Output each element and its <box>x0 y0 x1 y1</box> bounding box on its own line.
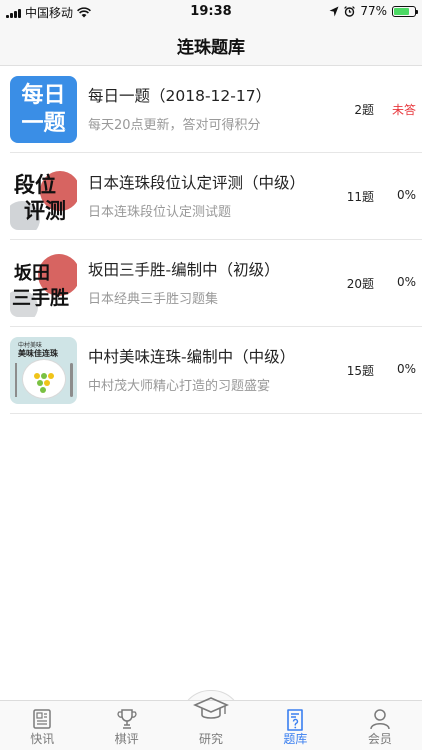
trophy-icon <box>117 709 137 729</box>
item-subtitle: 中村茂大师精心打造的习题盛宴 <box>88 379 271 394</box>
item-status: 0% <box>396 275 416 289</box>
nav-bar: 连珠题库 <box>0 22 422 66</box>
tab-commentary[interactable]: 棋评 <box>84 701 168 750</box>
dan-evaluation-thumbnail: 段位 评测 <box>10 163 77 230</box>
list-item[interactable]: 中村美味 美味佳连珠 中村美味连珠-编制中（中级） 中村茂大师精心打造的习题盛宴… <box>10 327 422 414</box>
thumb-text-line: 每日 <box>21 82 66 108</box>
stone-dot <box>37 380 43 386</box>
battery-percent: 77% <box>360 4 387 18</box>
stone-dot <box>40 387 46 393</box>
page-title: 连珠题库 <box>177 38 245 58</box>
tab-problem-bank[interactable]: 题库 <box>253 701 337 750</box>
fork-icon <box>15 363 17 397</box>
nakamura-delicious-thumbnail: 中村美味 美味佳连珠 <box>10 337 77 404</box>
tab-member[interactable]: 会员 <box>338 701 422 750</box>
problem-set-list: 每日 一题 每日一题（2018-12-17） 每天20点更新，答对可得积分 2题… <box>0 66 422 414</box>
tab-label: 会员 <box>367 732 392 746</box>
list-item[interactable]: 每日 一题 每日一题（2018-12-17） 每天20点更新，答对可得积分 2题… <box>10 66 422 153</box>
item-subtitle: 每天20点更新，答对可得积分 <box>88 118 261 133</box>
battery-icon <box>392 5 418 17</box>
person-icon <box>370 709 390 730</box>
item-count: 2题 <box>354 103 374 117</box>
item-status: 未答 <box>391 103 416 117</box>
item-title: 每日一题（2018-12-17） <box>88 87 272 105</box>
item-count: 20题 <box>346 277 374 291</box>
newspaper-icon <box>33 709 51 729</box>
item-subtitle: 日本连珠段位认定测试题 <box>88 205 232 220</box>
item-title: 坂田三手胜-编制中（初级） <box>88 261 280 279</box>
thumb-text-line: 坂田 <box>14 263 50 284</box>
thumb-text-line: 美味佳连珠 <box>18 349 58 358</box>
stone-dot <box>44 380 50 386</box>
thumb-text-line: 评测 <box>24 199 66 223</box>
location-arrow-icon <box>329 6 339 16</box>
stone-dot <box>41 373 47 379</box>
alarm-clock-icon <box>344 5 356 17</box>
list-item[interactable]: 段位 评测 日本连珠段位认定评测（中级） 日本连珠段位认定测试题 11题 0% <box>10 153 422 240</box>
tab-news[interactable]: 快讯 <box>0 701 84 750</box>
item-title: 中村美味连珠-编制中（中级） <box>88 348 296 366</box>
stone-dot <box>34 373 40 379</box>
item-status: 0% <box>396 188 416 202</box>
daily-problem-thumbnail: 每日 一题 <box>10 76 77 143</box>
sakata-three-move-thumbnail: 坂田 三手胜 <box>10 250 77 317</box>
knife-icon <box>70 363 73 397</box>
status-right: 77% <box>329 4 418 18</box>
tab-label: 研究 <box>199 732 224 746</box>
list-item[interactable]: 坂田 三手胜 坂田三手胜-编制中（初级） 日本经典三手胜习题集 20题 0% <box>10 240 422 327</box>
thumb-text-line: 三手胜 <box>12 287 70 309</box>
thumb-text-line: 段位 <box>14 173 56 197</box>
status-bar: 中国移动 19:38 77% <box>0 0 422 22</box>
item-title: 日本连珠段位认定评测（中级） <box>88 174 306 192</box>
tab-bar: 快讯 棋评 研究 题库 会员 <box>0 697 422 750</box>
plate-icon <box>22 359 66 399</box>
tab-label: 快讯 <box>30 732 55 746</box>
item-count: 11题 <box>346 190 374 204</box>
tab-label: 棋评 <box>114 732 139 746</box>
stone-dot <box>48 373 54 379</box>
tab-label: 题库 <box>283 732 308 746</box>
item-count: 15题 <box>346 364 374 378</box>
thumb-text-line: 一题 <box>21 110 66 136</box>
item-subtitle: 日本经典三手胜习题集 <box>88 292 219 307</box>
tab-research[interactable]: 研究 <box>169 697 253 750</box>
item-status: 0% <box>396 362 416 376</box>
graduation-cap-icon <box>193 697 230 719</box>
battery-fill <box>394 7 410 15</box>
